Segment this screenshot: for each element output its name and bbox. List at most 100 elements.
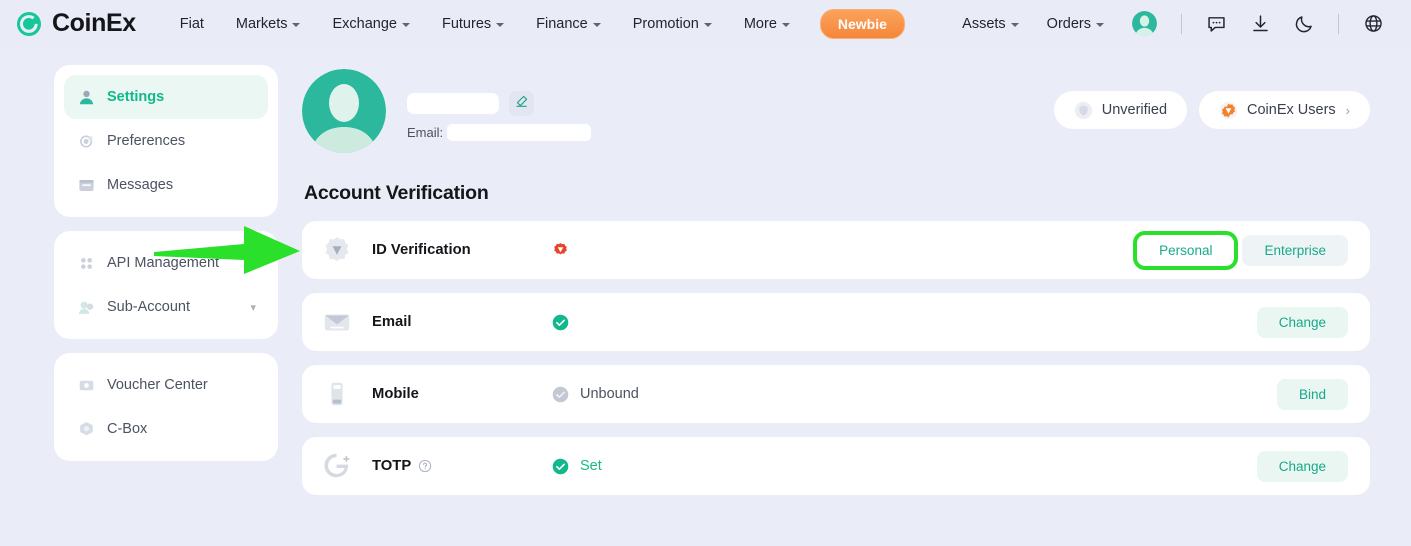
nav-divider	[1181, 13, 1182, 34]
nav-item-finance[interactable]: Finance	[520, 10, 617, 38]
totp-change-button[interactable]: Change	[1256, 450, 1348, 482]
brand-name: CoinEx	[52, 9, 136, 37]
nav-item-exchange[interactable]: Exchange	[316, 10, 426, 38]
nav-item-orders[interactable]: Orders	[1033, 10, 1118, 38]
sidebar-item-messages[interactable]: Messages	[64, 163, 268, 207]
chevron-down-icon	[1096, 22, 1104, 27]
profile-badges: Unverified CoinEx Users ›	[1053, 91, 1370, 129]
email-row: Email:	[407, 124, 592, 141]
nav-item-assets[interactable]: Assets	[948, 10, 1033, 38]
top-navigation-bar: CoinEx Fiat Markets Exchange Futures Fin…	[0, 0, 1411, 47]
preferences-icon	[76, 131, 96, 151]
chevron-down-icon	[592, 22, 601, 27]
nav-item-label: More	[743, 15, 777, 32]
verification-row-email: Email Change	[302, 293, 1370, 351]
user-group-label: CoinEx Users	[1247, 102, 1336, 118]
chevron-down-icon	[703, 22, 712, 27]
nav-item-more[interactable]: More	[728, 10, 806, 38]
email-change-button[interactable]: Change	[1256, 306, 1348, 338]
sidebar-item-sub-account[interactable]: Sub-Account ▾	[64, 285, 268, 329]
chevron-right-icon: ›	[1345, 102, 1350, 118]
verification-row-status	[552, 242, 580, 259]
sidebar-item-c-box[interactable]: C-Box	[64, 407, 268, 451]
verification-row-actions: Change	[1256, 306, 1348, 338]
sidebar-item-label: Messages	[107, 177, 174, 193]
coinex-logo-icon	[14, 9, 44, 39]
nav-item-label: Exchange	[332, 15, 397, 32]
sidebar-item-label: Preferences	[107, 133, 186, 149]
unverified-red-icon	[552, 242, 569, 259]
email-icon	[322, 307, 352, 337]
chat-icon[interactable]	[1205, 13, 1227, 35]
nav-item-fiat[interactable]: Fiat	[164, 10, 220, 38]
verification-row-label: Mobile	[372, 386, 419, 402]
cbox-icon	[76, 419, 96, 439]
nav-item-label: Finance	[536, 15, 588, 32]
verification-row-mobile: Mobile Unbound Bind	[302, 365, 1370, 423]
status-badge-label: Unverified	[1101, 102, 1168, 118]
edit-pencil-icon	[514, 94, 529, 114]
user-group-badge[interactable]: CoinEx Users ›	[1199, 91, 1370, 129]
id-verification-icon	[322, 235, 352, 265]
main-content: Email: Unverified CoinEx Users › Account…	[154, 65, 1411, 546]
nav-right-group: Assets Orders	[948, 10, 1395, 38]
moon-icon[interactable]	[1293, 13, 1315, 35]
chevron-down-icon: ▾	[250, 301, 256, 314]
sidebar-item-preferences[interactable]: Preferences	[64, 119, 268, 163]
verification-row-status: Unbound	[552, 386, 639, 403]
sidebar-item-settings[interactable]: Settings	[64, 75, 268, 119]
check-green-icon	[552, 458, 569, 475]
sidebar-item-voucher-center[interactable]: Voucher Center	[64, 363, 268, 407]
shield-orange-icon	[1219, 101, 1238, 120]
avatar	[302, 69, 386, 153]
brand-logo-link[interactable]: CoinEx	[14, 9, 136, 39]
verification-row-actions: Personal Enterprise	[154, 226, 1348, 274]
status-badge-unverified[interactable]: Unverified	[1053, 91, 1188, 129]
main-nav-links: Fiat Markets Exchange Futures Finance Pr…	[164, 8, 905, 39]
verification-row-status	[552, 314, 580, 331]
verification-row-label: ID Verification	[372, 242, 471, 258]
nav-item-futures[interactable]: Futures	[426, 10, 520, 38]
nav-item-markets[interactable]: Markets	[220, 10, 317, 38]
sidebar-item-api-management[interactable]: API Management	[64, 241, 268, 285]
nav-divider	[1338, 13, 1339, 34]
download-icon[interactable]	[1249, 13, 1271, 35]
chevron-down-icon	[1010, 22, 1019, 27]
user-avatar-button[interactable]	[1132, 11, 1157, 36]
messages-icon	[76, 175, 96, 195]
chevron-down-icon	[496, 22, 505, 27]
verification-row-totp: TOTP Set Change	[302, 437, 1370, 495]
profile-header: Email: Unverified CoinEx Users ›	[302, 65, 1370, 169]
sidebar-group-rewards: Voucher Center C-Box	[54, 353, 278, 461]
verification-status-text: Set	[580, 458, 602, 474]
verification-row-label: TOTP	[372, 458, 552, 474]
newbie-button[interactable]: Newbie	[819, 8, 905, 39]
verification-row-status: Set	[552, 458, 602, 475]
verification-row-actions: Change	[1256, 450, 1348, 482]
check-green-icon	[552, 314, 569, 331]
nav-item-label: Markets	[235, 15, 288, 32]
id-verification-personal-button[interactable]: Personal	[1133, 230, 1239, 270]
mobile-bind-button[interactable]: Bind	[1276, 378, 1348, 410]
chevron-down-icon	[781, 22, 790, 27]
nav-item-promotion[interactable]: Promotion	[617, 10, 728, 38]
username-row	[407, 91, 591, 116]
help-circle-icon[interactable]	[418, 459, 432, 473]
shield-grey-icon	[1074, 101, 1093, 120]
sub-account-icon	[76, 297, 96, 317]
sidebar-item-label: C-Box	[107, 421, 148, 437]
globe-icon[interactable]	[1362, 13, 1384, 35]
user-settings-icon	[76, 87, 96, 107]
profile-info: Email:	[407, 69, 592, 141]
chevron-down-icon	[292, 22, 301, 27]
nav-item-label: Fiat	[179, 15, 204, 32]
email-value-redacted	[447, 124, 592, 141]
id-verification-enterprise-button[interactable]: Enterprise	[1242, 234, 1348, 266]
sidebar-item-label: Settings	[107, 89, 165, 105]
page-title: Account Verification	[304, 182, 489, 204]
edit-nickname-button[interactable]	[509, 91, 534, 116]
sidebar-item-label: API Management	[107, 255, 220, 271]
mobile-icon	[322, 379, 352, 409]
sidebar: Settings Preferences Messages API Manage…	[54, 65, 278, 546]
verification-row-id: ID Verification Personal Enterprise	[154, 221, 1370, 279]
